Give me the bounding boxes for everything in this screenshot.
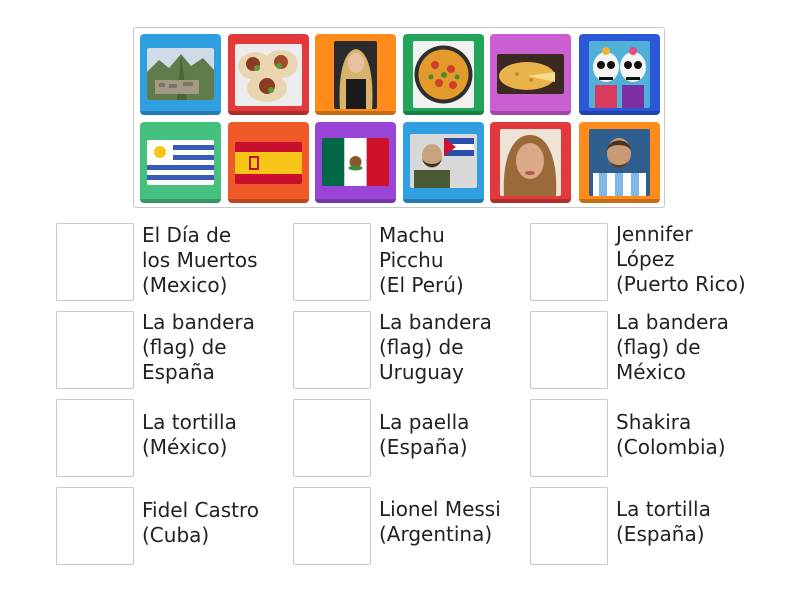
- drop-box-tortilla-mexico[interactable]: [56, 399, 134, 477]
- paella-image: [413, 41, 474, 108]
- drop-box-bandera-espana[interactable]: [56, 311, 134, 389]
- label-bandera-uruguay: La bandera (flag) de Uruguay: [379, 310, 492, 384]
- tile-machu-picchu[interactable]: [140, 34, 221, 115]
- label-paella: La paella (España): [379, 410, 470, 459]
- lionel-messi-photo: [589, 129, 650, 196]
- fidel-castro-photo: [410, 134, 477, 188]
- drop-box-fidel-castro[interactable]: [56, 487, 134, 565]
- drop-box-machu-picchu[interactable]: [293, 223, 371, 301]
- machu-picchu-image: [147, 48, 214, 100]
- tile-paella[interactable]: [403, 34, 484, 115]
- tile-spain-flag[interactable]: [228, 122, 309, 203]
- tile-uruguay-flag[interactable]: [140, 122, 221, 203]
- tile-jennifer-lopez[interactable]: [490, 122, 571, 203]
- mexico-flag-image: [322, 138, 389, 186]
- drop-box-shakira[interactable]: [530, 399, 608, 477]
- tacos-image: [235, 44, 302, 106]
- spanish-tortilla-image: [497, 54, 564, 94]
- tile-dia-de-los-muertos[interactable]: [579, 34, 660, 115]
- label-bandera-mexico: La bandera (flag) de México: [616, 310, 729, 384]
- drop-box-bandera-mexico[interactable]: [530, 311, 608, 389]
- drop-box-lionel-messi[interactable]: [293, 487, 371, 565]
- dia-de-los-muertos-image: [589, 41, 650, 108]
- uruguay-flag-image: [147, 140, 214, 185]
- tile-tacos[interactable]: [228, 34, 309, 115]
- label-jennifer-lopez: Jennifer López (Puerto Rico): [616, 222, 746, 296]
- tile-fidel-castro[interactable]: [403, 122, 484, 203]
- tile-mexico-flag[interactable]: [315, 122, 396, 203]
- label-shakira: Shakira (Colombia): [616, 410, 726, 459]
- drop-box-paella[interactable]: [293, 399, 371, 477]
- label-machu-picchu: Machu Picchu (El Perú): [379, 223, 464, 297]
- label-tortilla-espana: La tortilla (España): [616, 497, 711, 546]
- jennifer-lopez-photo: [500, 129, 561, 196]
- tile-shakira[interactable]: [315, 34, 396, 115]
- drop-box-jennifer-lopez[interactable]: [530, 223, 608, 301]
- drop-box-tortilla-espana[interactable]: [530, 487, 608, 565]
- tile-spanish-tortilla[interactable]: [490, 34, 571, 115]
- label-tortilla-mexico: La tortilla (México): [142, 410, 237, 459]
- label-bandera-espana: La bandera (flag) de España: [142, 310, 255, 384]
- drop-box-dia-de-los-muertos[interactable]: [56, 223, 134, 301]
- label-dia-de-los-muertos: El Día de los Muertos (Mexico): [142, 223, 258, 297]
- label-lionel-messi: Lionel Messi (Argentina): [379, 497, 501, 546]
- shakira-photo: [334, 41, 377, 109]
- spain-flag-image: [235, 142, 302, 184]
- tile-lionel-messi[interactable]: [579, 122, 660, 203]
- label-fidel-castro: Fidel Castro (Cuba): [142, 498, 260, 547]
- drop-box-bandera-uruguay[interactable]: [293, 311, 371, 389]
